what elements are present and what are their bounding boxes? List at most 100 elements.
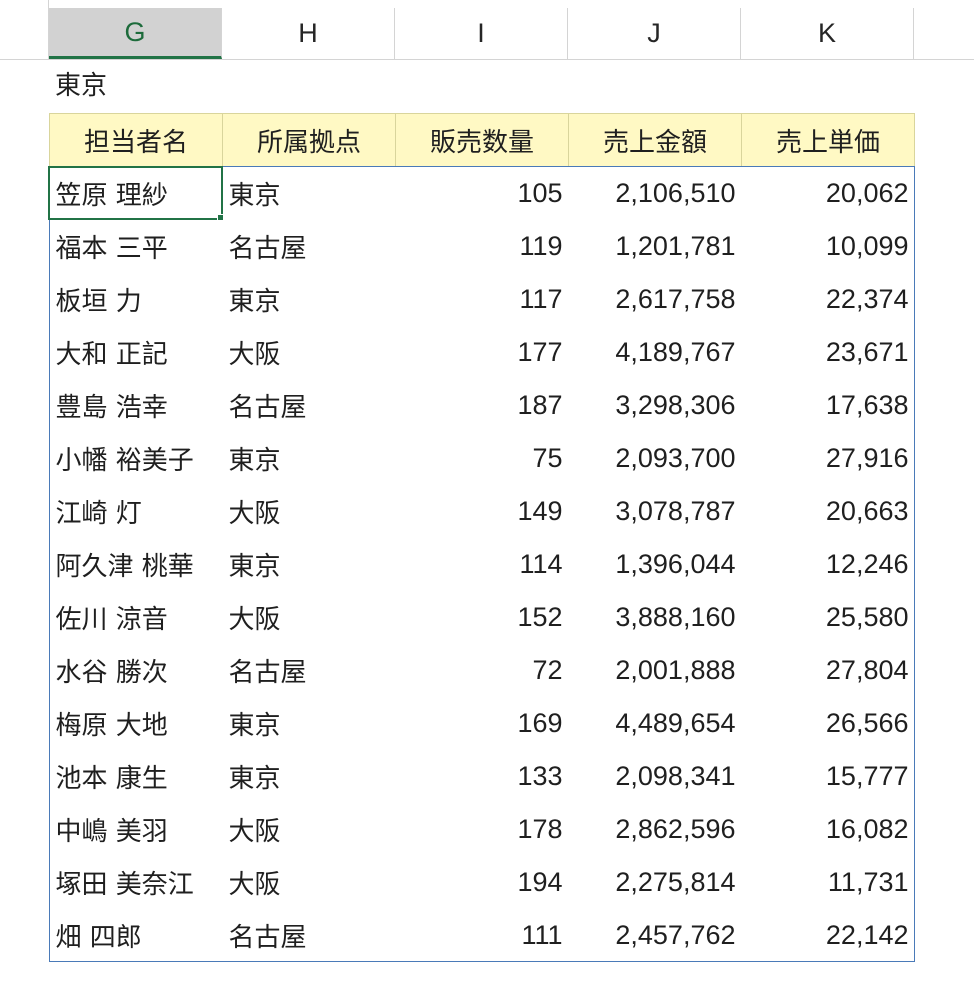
cell-name[interactable]: 小幡 裕美子	[50, 432, 223, 485]
cell-unit-price[interactable]: 10,099	[742, 220, 915, 273]
table-row: 池本 康生 東京 133 2,098,341 15,777	[50, 750, 915, 803]
table-header-row: 担当者名 所属拠点 販売数量 売上金額 売上単価	[49, 113, 915, 167]
column-header-j[interactable]: J	[568, 8, 741, 59]
table-header-name[interactable]: 担当者名	[49, 113, 223, 167]
cell-name[interactable]: 板垣 力	[50, 273, 223, 326]
cell-quantity[interactable]: 105	[396, 167, 569, 220]
cell-office[interactable]: 名古屋	[223, 220, 396, 273]
table-header-unit-price[interactable]: 売上単価	[741, 113, 915, 167]
cell-sales-amount[interactable]: 2,275,814	[569, 856, 742, 909]
cell-unit-price[interactable]: 26,566	[742, 697, 915, 750]
cell-unit-price[interactable]: 17,638	[742, 379, 915, 432]
cell-office[interactable]: 大阪	[223, 485, 396, 538]
cell-name[interactable]: 中嶋 美羽	[50, 803, 223, 856]
cell-office[interactable]: 名古屋	[223, 909, 396, 962]
cell-office[interactable]: 大阪	[223, 591, 396, 644]
cell-name[interactable]: 池本 康生	[50, 750, 223, 803]
cell-quantity[interactable]: 177	[396, 326, 569, 379]
cell-quantity[interactable]: 111	[396, 909, 569, 962]
cell-office[interactable]: 名古屋	[223, 644, 396, 697]
cell-sales-amount[interactable]: 4,189,767	[569, 326, 742, 379]
cell-unit-price[interactable]: 25,580	[742, 591, 915, 644]
column-header-i[interactable]: I	[395, 8, 568, 59]
table-row: 小幡 裕美子 東京 75 2,093,700 27,916	[50, 432, 915, 485]
cell-name[interactable]: 畑 四郎	[50, 909, 223, 962]
table-row: 福本 三平 名古屋 119 1,201,781 10,099	[50, 220, 915, 273]
table-body: 笠原 理紗 東京 105 2,106,510 20,062 福本 三平 名古屋 119 1,20…	[50, 167, 915, 962]
column-header-g[interactable]: G	[49, 8, 222, 59]
cell-quantity[interactable]: 114	[396, 538, 569, 591]
cell-quantity[interactable]: 194	[396, 856, 569, 909]
cell-office[interactable]: 大阪	[223, 856, 396, 909]
table-row: 塚田 美奈江 大阪 194 2,275,814 11,731	[50, 856, 915, 909]
cell-name[interactable]: 福本 三平	[50, 220, 223, 273]
cell-quantity[interactable]: 72	[396, 644, 569, 697]
cell-sales-amount[interactable]: 1,396,044	[569, 538, 742, 591]
cell-office[interactable]: 東京	[223, 273, 396, 326]
table-row: 大和 正記 大阪 177 4,189,767 23,671	[50, 326, 915, 379]
cell-name[interactable]: 江崎 灯	[50, 485, 223, 538]
table-header-office[interactable]: 所属拠点	[222, 113, 396, 167]
table-row: 板垣 力東京 117 2,617,758 22,374	[50, 273, 915, 326]
cell-quantity[interactable]: 169	[396, 697, 569, 750]
cell-office[interactable]: 東京	[223, 697, 396, 750]
cell-sales-amount[interactable]: 4,489,654	[569, 697, 742, 750]
cell-office[interactable]: 大阪	[223, 803, 396, 856]
table-row: 中嶋 美羽 大阪 178 2,862,596 16,082	[50, 803, 915, 856]
cell-office[interactable]: 名古屋	[223, 379, 396, 432]
select-all-corner[interactable]	[0, 0, 49, 59]
table-row: 江崎 灯大阪 149 3,078,787 20,663	[50, 485, 915, 538]
cell-name[interactable]: 塚田 美奈江	[50, 856, 223, 909]
table-header-sales-amount[interactable]: 売上金額	[568, 113, 742, 167]
cell-unit-price[interactable]: 22,374	[742, 273, 915, 326]
cell-unit-price[interactable]: 20,663	[742, 485, 915, 538]
cell-sales-amount[interactable]: 2,106,510	[569, 167, 742, 220]
column-header-h[interactable]: H	[222, 8, 395, 59]
cell-name[interactable]: 水谷 勝次	[50, 644, 223, 697]
cell-name[interactable]: 梅原 大地	[50, 697, 223, 750]
cell-office[interactable]: 東京	[223, 167, 396, 220]
cell-name[interactable]: 大和 正記	[50, 326, 223, 379]
cell-sales-amount[interactable]: 2,617,758	[569, 273, 742, 326]
column-header-next[interactable]	[914, 8, 974, 59]
cell-sales-amount[interactable]: 3,298,306	[569, 379, 742, 432]
cell-quantity[interactable]: 149	[396, 485, 569, 538]
cell-quantity[interactable]: 178	[396, 803, 569, 856]
table-title-cell[interactable]: 東京	[55, 68, 107, 104]
cell-office[interactable]: 東京	[223, 432, 396, 485]
cell-sales-amount[interactable]: 3,078,787	[569, 485, 742, 538]
cell-name[interactable]: 豊島 浩幸	[50, 379, 223, 432]
table-header-quantity[interactable]: 販売数量	[395, 113, 569, 167]
cell-unit-price[interactable]: 11,731	[742, 856, 915, 909]
cell-quantity[interactable]: 152	[396, 591, 569, 644]
cell-unit-price[interactable]: 27,916	[742, 432, 915, 485]
cell-sales-amount[interactable]: 2,862,596	[569, 803, 742, 856]
cell-unit-price[interactable]: 15,777	[742, 750, 915, 803]
cell-unit-price[interactable]: 27,804	[742, 644, 915, 697]
sales-table: 担当者名 所属拠点 販売数量 売上金額 売上単価 笠原 理紗 東京 105 2,106,510…	[49, 113, 915, 962]
cell-unit-price[interactable]: 12,246	[742, 538, 915, 591]
cell-unit-price[interactable]: 20,062	[742, 167, 915, 220]
cell-quantity[interactable]: 187	[396, 379, 569, 432]
cell-sales-amount[interactable]: 1,201,781	[569, 220, 742, 273]
fill-handle[interactable]	[217, 214, 224, 221]
cell-sales-amount[interactable]: 2,093,700	[569, 432, 742, 485]
cell-unit-price[interactable]: 16,082	[742, 803, 915, 856]
cell-quantity[interactable]: 75	[396, 432, 569, 485]
cell-sales-amount[interactable]: 2,001,888	[569, 644, 742, 697]
cell-sales-amount[interactable]: 2,098,341	[569, 750, 742, 803]
cell-office[interactable]: 大阪	[223, 326, 396, 379]
cell-name[interactable]: 阿久津 桃華	[50, 538, 223, 591]
cell-office[interactable]: 東京	[223, 538, 396, 591]
cell-unit-price[interactable]: 23,671	[742, 326, 915, 379]
cell-sales-amount[interactable]: 2,457,762	[569, 909, 742, 962]
cell-unit-price[interactable]: 22,142	[742, 909, 915, 962]
cell-name[interactable]: 笠原 理紗	[50, 167, 223, 220]
cell-quantity[interactable]: 117	[396, 273, 569, 326]
cell-quantity[interactable]: 133	[396, 750, 569, 803]
column-header-k[interactable]: K	[741, 8, 914, 59]
cell-office[interactable]: 東京	[223, 750, 396, 803]
cell-sales-amount[interactable]: 3,888,160	[569, 591, 742, 644]
cell-name[interactable]: 佐川 涼音	[50, 591, 223, 644]
cell-quantity[interactable]: 119	[396, 220, 569, 273]
